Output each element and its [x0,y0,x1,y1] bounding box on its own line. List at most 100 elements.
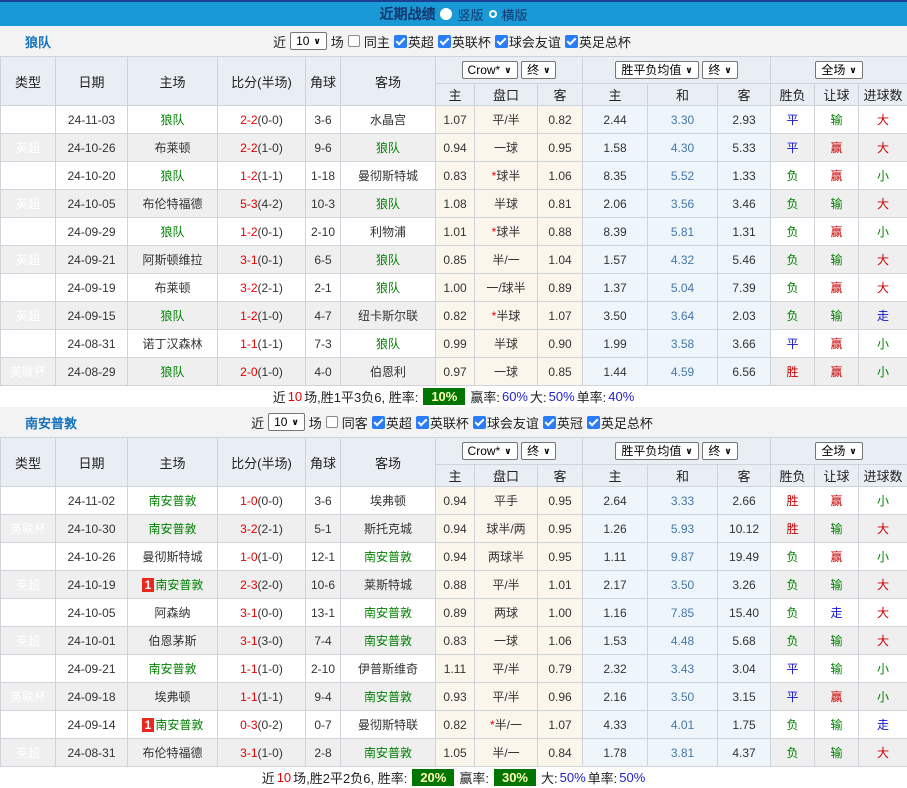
col-header-result: 胜负 [771,84,815,106]
home-rank-badge: 1 [142,718,155,732]
same-side-checkbox[interactable] [348,35,360,47]
same-side-label: 同主 [364,32,390,51]
league-checkbox[interactable] [495,35,508,48]
handicap-result: 赢 [815,358,859,386]
away-team: 莱斯特城 [341,571,436,599]
same-side-checkbox[interactable] [326,416,338,428]
away-team: 利物浦 [341,218,436,246]
home-odds: 1.01 [436,218,475,246]
match-type-badge: 英超 [1,627,56,655]
fulltime-score: 2-3 [240,578,257,592]
league-checkbox[interactable] [587,416,600,429]
summary-segment: 场,胜1平3负6, 胜率: [304,387,418,406]
avg-away-odds: 1.31 [718,218,771,246]
away-odds: 0.82 [538,106,583,134]
home-odds: 0.94 [436,543,475,571]
home-team: 狼队 [128,106,218,134]
match-score: 3-2(2-1) [218,515,306,543]
avg-draw-odds: 4.01 [648,711,718,739]
horizontal-layout-radio[interactable] [489,10,497,18]
odds-company-select[interactable]: Crow* ∨ [462,442,518,460]
match-result: 平 [771,683,815,711]
odds-final-select[interactable]: 终 ∨ [521,442,556,460]
col-header-type: 类型 [1,438,56,487]
home-team: 狼队 [128,302,218,330]
fulltime-score: 2-2 [240,141,257,155]
avg-away-odds: 10.12 [718,515,771,543]
league-checkbox[interactable] [565,35,578,48]
games-label: 场 [331,32,344,51]
away-odds: 0.95 [538,134,583,162]
match-type-badge: 英超 [1,330,56,358]
away-odds: 1.06 [538,627,583,655]
summary-footer: 近10场,胜1平3负6, 胜率:10%赢率:60%大:50%单率:40% [0,386,907,407]
league-checkbox-label: 球会友谊 [509,32,561,51]
match-score: 2-0(1-0) [218,358,306,386]
away-odds: 0.95 [538,515,583,543]
avg-final-select[interactable]: 终 ∨ [702,442,737,460]
match-date: 24-09-19 [56,274,128,302]
handicap-result: 赢 [815,683,859,711]
filter-bar: 近 10 ∨ 场 同主 英超英联杯球会友谊英足总杯 [273,32,634,51]
league-checkbox[interactable] [543,416,556,429]
goals-result: 小 [859,655,907,683]
away-odds: 1.04 [538,246,583,274]
col-header-score: 比分(半场) [218,57,306,106]
home-rank-badge: 1 [142,578,155,592]
match-type-badge: 英联杯 [1,515,56,543]
recent-count-select[interactable]: 10 ∨ [290,32,327,50]
recent-count-select[interactable]: 10 ∨ [268,413,305,431]
matches-rows: 英超24-11-03狼队2-2(0-0)3-6水晶宫1.07平/半0.822.4… [1,106,907,386]
goals-result: 大 [859,599,907,627]
match-result: 负 [771,599,815,627]
scope-select[interactable]: 全场 ∨ [815,61,862,79]
vertical-layout-radio[interactable] [440,8,452,20]
avg-odds-select[interactable]: 胜平负均值 ∨ [615,61,698,79]
match-score: 1-2(0-1) [218,218,306,246]
league-checkbox[interactable] [438,35,451,48]
team-link: 伯恩茅斯 [148,634,196,648]
goals-result: 小 [859,218,907,246]
avg-final-select[interactable]: 终 ∨ [702,61,737,79]
league-checkbox[interactable] [394,35,407,48]
team-link: 狼队 [160,225,184,239]
avg-final-value: 终 [708,63,720,77]
goals-result: 大 [859,246,907,274]
avg-odds-select[interactable]: 胜平负均值 ∨ [615,442,698,460]
fulltime-score: 1-2 [240,225,257,239]
avg-away-odds: 6.56 [718,358,771,386]
league-checkbox[interactable] [416,416,429,429]
avg-home-odds: 4.33 [583,711,648,739]
col-header-score: 比分(半场) [218,438,306,487]
match-result: 平 [771,330,815,358]
corner-score: 3-6 [306,487,341,515]
chevron-down-icon: ∨ [685,444,692,458]
league-checkbox[interactable] [372,416,385,429]
goals-result: 小 [859,683,907,711]
summary-segment: 赢率: [459,768,489,787]
handicap-result: 赢 [815,543,859,571]
scope-select[interactable]: 全场 ∨ [815,442,862,460]
match-score: 1-1(1-0) [218,655,306,683]
handicap: 两球半 [475,543,538,571]
halftime-score: (0-1) [258,253,283,267]
summary-segment: 近 [273,387,286,406]
team-link: 南安普敦 [364,746,412,760]
corner-score: 12-1 [306,543,341,571]
handicap-result: 输 [815,571,859,599]
odds-final-select[interactable]: 终 ∨ [521,61,556,79]
match-type-badge: 英超 [1,190,56,218]
col-header-result: 胜负 [771,465,815,487]
avg-home-odds: 1.78 [583,739,648,767]
summary-segment: 50% [619,770,645,785]
odds-company-select[interactable]: Crow* ∨ [462,61,518,79]
league-checkbox[interactable] [473,416,486,429]
fulltime-score: 1-2 [240,309,257,323]
avg-home-odds: 2.32 [583,655,648,683]
fulltime-score: 3-1 [240,253,257,267]
avg-draw-odds: 3.64 [648,302,718,330]
match-date: 24-10-26 [56,134,128,162]
away-odds: 1.06 [538,162,583,190]
match-type-badge: 英超 [1,218,56,246]
fulltime-score: 1-1 [240,690,257,704]
